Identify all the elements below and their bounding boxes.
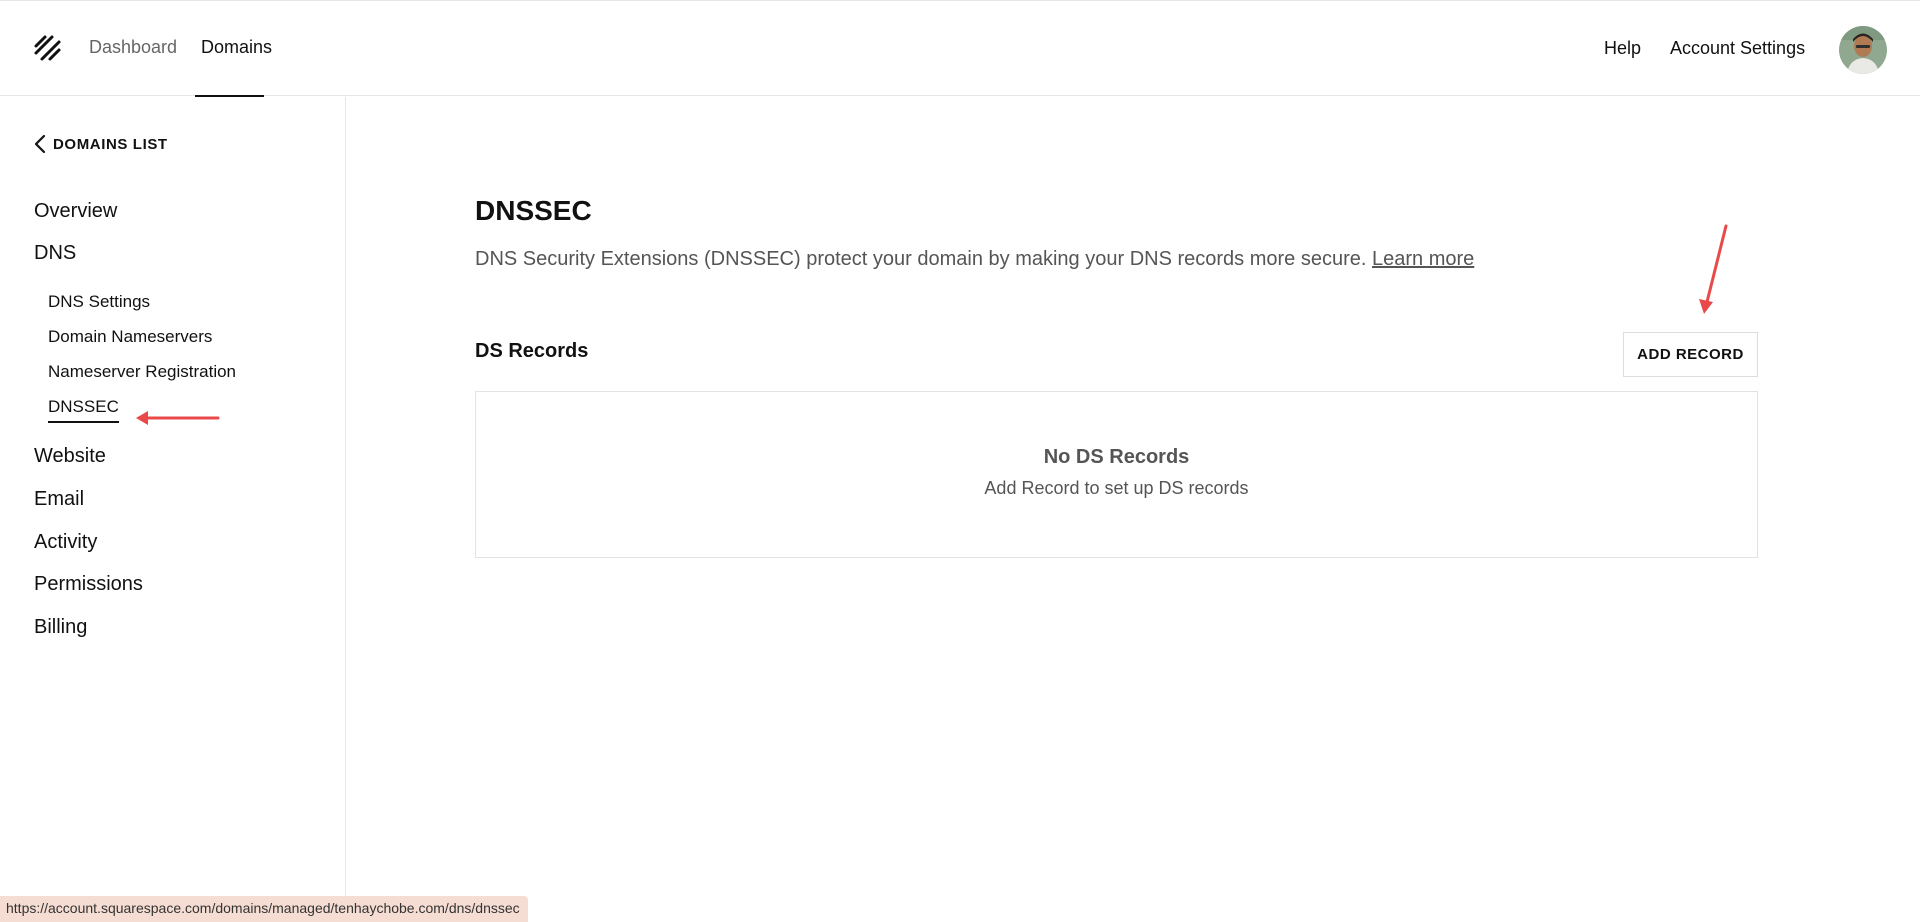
sidebar-item-dns[interactable]: DNS	[34, 242, 76, 265]
page-description: DNS Security Extensions (DNSSEC) protect…	[475, 248, 1474, 271]
sidebar-item-website[interactable]: Website	[34, 445, 106, 468]
ds-records-empty-state: No DS Records Add Record to set up DS re…	[475, 391, 1758, 558]
page-title: DNSSEC	[475, 195, 592, 226]
top-navigation-bar: Dashboard Domains Help Account Settings	[0, 0, 1920, 97]
ds-records-heading: DS Records	[475, 340, 589, 362]
help-link[interactable]: Help	[1604, 38, 1641, 59]
page-description-text: DNS Security Extensions (DNSSEC) protect…	[475, 248, 1367, 270]
sidebar-subitem-nameserver-registration[interactable]: Nameserver Registration	[48, 362, 236, 382]
nav-domains-link[interactable]: Domains	[201, 37, 272, 58]
back-link-label: DOMAINS LIST	[53, 135, 168, 153]
sidebar-subitem-dnssec[interactable]: DNSSEC	[48, 397, 119, 423]
back-to-domains-list-link[interactable]: DOMAINS LIST	[33, 134, 168, 154]
sidebar-item-email[interactable]: Email	[34, 488, 84, 511]
chevron-left-icon	[34, 134, 46, 154]
main-content: DNSSEC DNS Security Extensions (DNSSEC) …	[347, 97, 1920, 922]
sidebar: DOMAINS LIST Overview DNS DNS Settings D…	[0, 97, 346, 922]
add-record-button[interactable]: ADD RECORD	[1623, 332, 1758, 377]
learn-more-link[interactable]: Learn more	[1372, 248, 1474, 270]
sidebar-item-overview[interactable]: Overview	[34, 200, 117, 223]
account-settings-link[interactable]: Account Settings	[1670, 38, 1805, 59]
sidebar-item-activity[interactable]: Activity	[34, 531, 97, 554]
sidebar-subitem-domain-nameservers[interactable]: Domain Nameservers	[48, 327, 212, 347]
status-bar-url: https://account.squarespace.com/domains/…	[0, 896, 528, 922]
sidebar-subitem-dns-settings[interactable]: DNS Settings	[48, 292, 150, 312]
empty-state-subtitle: Add Record to set up DS records	[984, 478, 1249, 498]
nav-dashboard-link[interactable]: Dashboard	[89, 37, 177, 58]
sidebar-item-permissions[interactable]: Permissions	[34, 573, 143, 596]
sidebar-item-billing[interactable]: Billing	[34, 616, 87, 639]
squarespace-logo-icon[interactable]	[33, 34, 62, 62]
user-avatar[interactable]	[1839, 26, 1887, 74]
empty-state-title: No DS Records	[1043, 446, 1190, 468]
